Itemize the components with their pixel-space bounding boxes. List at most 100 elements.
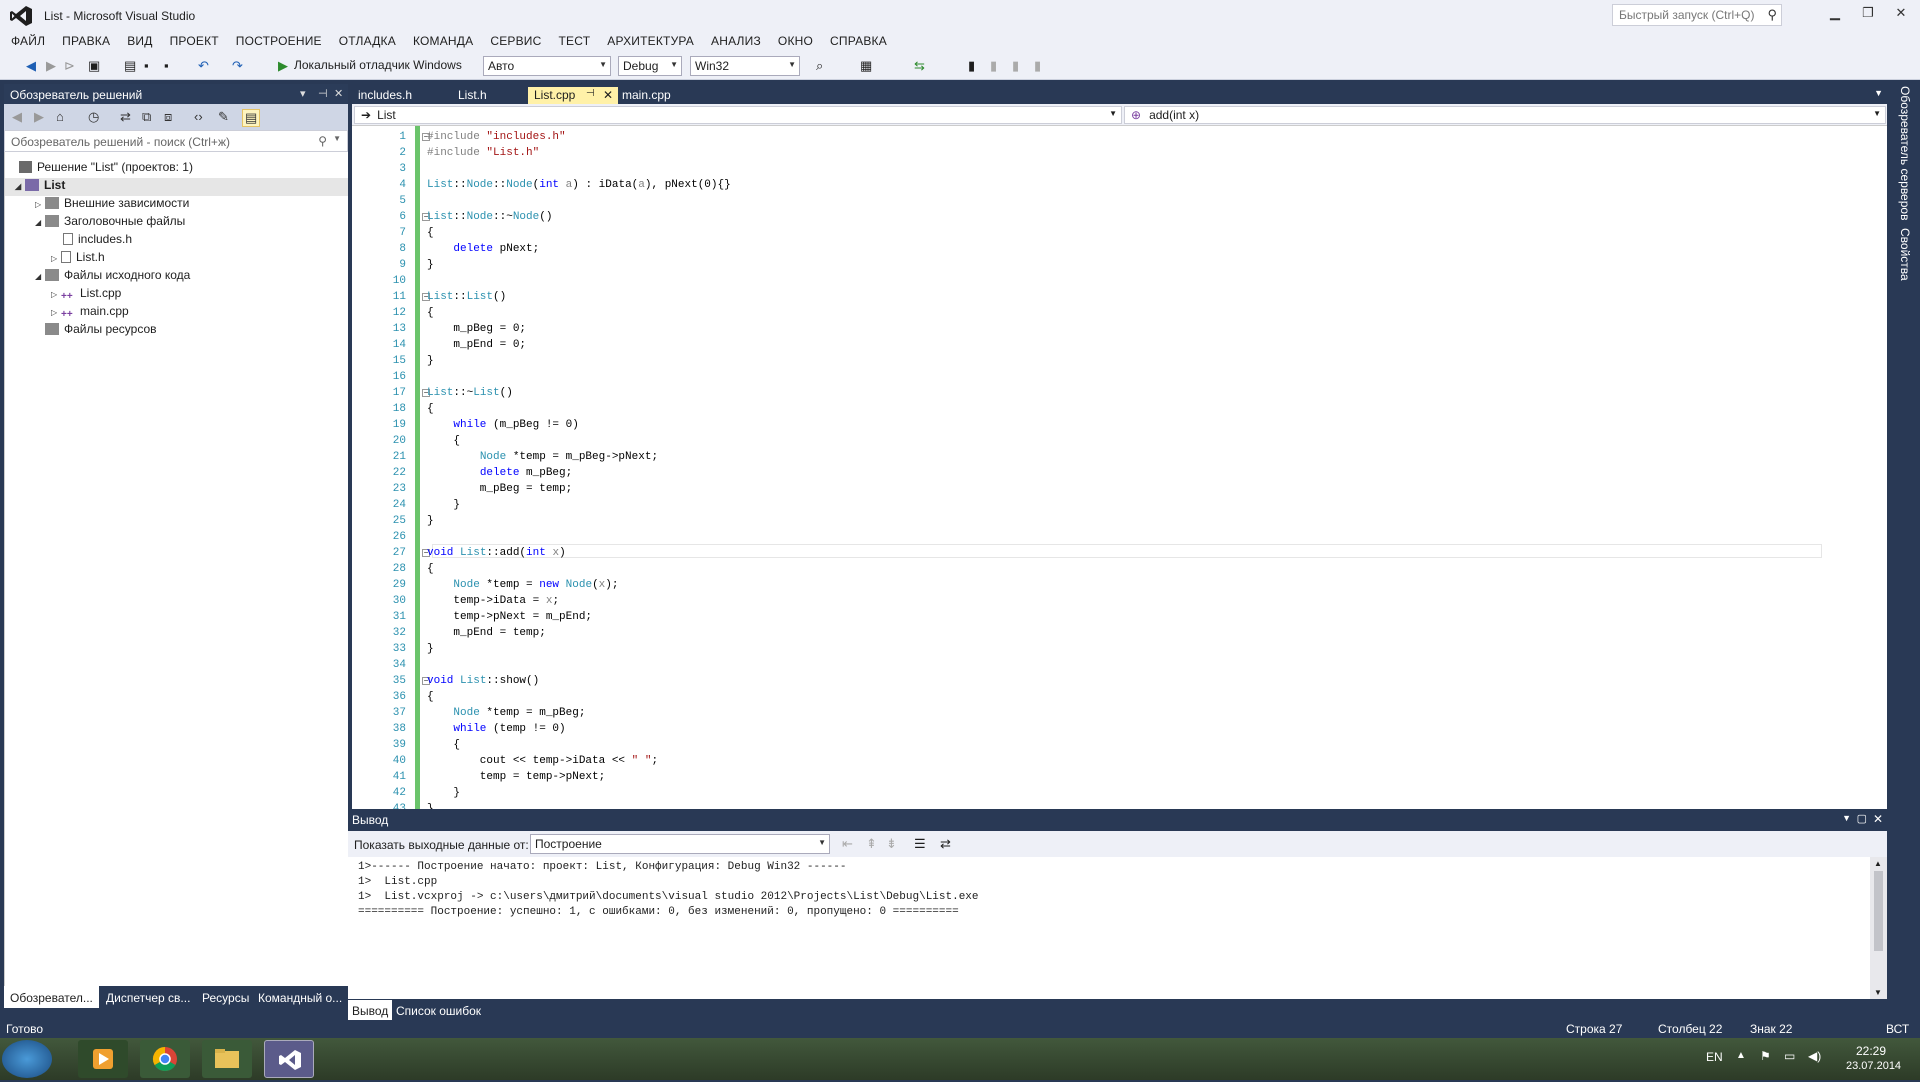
- panel-menu-icon[interactable]: ▾: [300, 87, 306, 100]
- code-line[interactable]: Node *temp = m_pBeg->pNext;: [427, 449, 731, 465]
- tree-item-solution[interactable]: Решение "List" (проектов: 1): [19, 160, 193, 178]
- back-icon[interactable]: ◀: [12, 109, 22, 125]
- code-line[interactable]: void List::show(): [427, 673, 731, 689]
- save-icon[interactable]: ▪: [144, 58, 149, 73]
- visual-studio-task-button[interactable]: [264, 1040, 314, 1078]
- code-line[interactable]: }: [427, 353, 731, 369]
- menu-build[interactable]: ПОСТРОЕНИЕ: [225, 32, 328, 48]
- code-line[interactable]: cout << temp->iData << " ";: [427, 753, 731, 769]
- code-line[interactable]: {: [427, 433, 731, 449]
- clear-bookmarks-icon[interactable]: ▮: [1034, 58, 1041, 74]
- code-line[interactable]: while (m_pBeg != 0): [427, 417, 731, 433]
- platform-combo[interactable]: Win32 ▼: [690, 56, 800, 76]
- tab-list-cpp[interactable]: List.cpp ⊣ ✕: [528, 87, 618, 104]
- volume-icon[interactable]: ◀): [1808, 1049, 1821, 1063]
- clear-all-icon[interactable]: ☰: [914, 836, 926, 852]
- navigate-icon[interactable]: ⇆: [914, 58, 925, 74]
- panel-menu-icon[interactable]: ▼: [1842, 813, 1851, 823]
- menu-team[interactable]: КОМАНДА: [402, 32, 479, 48]
- tree-item-list-cpp[interactable]: ▷ ++ List.cpp: [51, 286, 121, 304]
- code-editor[interactable]: 1 2 3 4 5 6 7 8 9 10 11 12 13 14 15 16 17 18 19 20 21 22 23 24 2…: [352, 126, 1887, 809]
- close-icon[interactable]: ✕: [603, 88, 613, 102]
- code-line[interactable]: [427, 657, 731, 673]
- code-text[interactable]: #include "includes.h" #include "List.h" L…: [427, 129, 731, 809]
- tab-solution-explorer[interactable]: Обозревател...: [4, 986, 99, 1008]
- chrome-button[interactable]: [140, 1040, 190, 1078]
- code-line[interactable]: m_pBeg = temp;: [427, 481, 731, 497]
- home-icon[interactable]: ⌂: [56, 109, 64, 124]
- scroll-down-icon[interactable]: ▼: [1874, 988, 1882, 997]
- minimize-button[interactable]: ▁: [1820, 5, 1850, 25]
- debug-target-button[interactable]: Локальный отладчик Windows: [294, 58, 462, 72]
- tree-item-resource-files[interactable]: Файлы ресурсов: [45, 322, 157, 340]
- code-line[interactable]: #include "includes.h": [427, 129, 731, 145]
- menu-project[interactable]: ПРОЕКТ: [159, 32, 225, 48]
- scroll-up-icon[interactable]: ▲: [1874, 859, 1882, 868]
- menu-help[interactable]: СПРАВКА: [819, 32, 893, 48]
- prev-message-icon[interactable]: ⇞: [866, 836, 877, 852]
- tree-item-header-files[interactable]: ◢ Заголовочные файлы: [35, 214, 185, 232]
- view-code-icon[interactable]: ‹›: [194, 109, 203, 124]
- code-line[interactable]: m_pBeg = 0;: [427, 321, 731, 337]
- clock-date[interactable]: 23.07.2014: [1846, 1060, 1901, 1072]
- find-in-files-icon[interactable]: ⌕: [816, 58, 823, 74]
- pin-icon[interactable]: ⊣: [318, 87, 328, 100]
- explorer-button[interactable]: [202, 1040, 252, 1078]
- network-icon[interactable]: ▭: [1784, 1049, 1795, 1063]
- code-line[interactable]: temp->pNext = m_pEnd;: [427, 609, 731, 625]
- menu-test[interactable]: ТЕСТ: [548, 32, 597, 48]
- code-line[interactable]: while (temp != 0): [427, 721, 731, 737]
- code-line[interactable]: temp = temp->pNext;: [427, 769, 731, 785]
- save-all-icon[interactable]: ▪: [164, 58, 169, 73]
- code-line[interactable]: }: [427, 257, 731, 273]
- menu-tools[interactable]: СЕРВИС: [479, 32, 547, 48]
- code-line[interactable]: [427, 161, 731, 177]
- undo-icon[interactable]: ↶: [198, 58, 209, 74]
- media-player-button[interactable]: [78, 1040, 128, 1078]
- solution-explorer-search[interactable]: Обозреватель решений - поиск (Ctrl+ж) ⚲ …: [4, 130, 348, 152]
- tab-output[interactable]: Вывод: [348, 1000, 393, 1022]
- code-line[interactable]: [427, 193, 731, 209]
- solution-config-auto-combo[interactable]: Авто ▼: [483, 56, 611, 76]
- tab-property-manager[interactable]: Диспетчер св...: [106, 991, 190, 1005]
- clock-time[interactable]: 22:29: [1856, 1044, 1886, 1058]
- pending-changes-icon[interactable]: ◷: [88, 109, 99, 125]
- tab-main-cpp[interactable]: main.cpp: [616, 87, 677, 104]
- tab-list-dropdown-icon[interactable]: ▼: [1874, 88, 1883, 98]
- code-line[interactable]: delete m_pBeg;: [427, 465, 731, 481]
- menu-file[interactable]: ФАЙЛ: [0, 32, 51, 48]
- code-line[interactable]: void List::add(int x): [427, 545, 731, 561]
- code-line[interactable]: }: [427, 801, 731, 809]
- properties-icon[interactable]: ✎: [218, 109, 229, 125]
- start-debug-icon[interactable]: ▶: [278, 58, 288, 74]
- forward-icon[interactable]: ▶: [34, 109, 44, 125]
- tree-item-project[interactable]: ◢ List: [5, 178, 348, 196]
- next-bookmark-icon[interactable]: ▮: [1012, 58, 1019, 74]
- start-button[interactable]: [2, 1040, 52, 1078]
- code-line[interactable]: {: [427, 225, 731, 241]
- code-line[interactable]: List::Node::~Node(): [427, 209, 731, 225]
- tree-item-list-h[interactable]: ▷ List.h: [51, 250, 105, 268]
- tab-properties[interactable]: Свойства: [1898, 228, 1912, 281]
- output-source-combo[interactable]: Построение ▼: [530, 834, 830, 854]
- code-line[interactable]: }: [427, 513, 731, 529]
- menu-view[interactable]: ВИД: [116, 32, 158, 48]
- maximize-button[interactable]: ❐: [1853, 5, 1883, 25]
- member-combo[interactable]: ⊕ add(int x) ▼: [1124, 106, 1886, 124]
- solution-icon[interactable]: ▦: [860, 58, 872, 74]
- code-line[interactable]: Node *temp = m_pBeg;: [427, 705, 731, 721]
- close-button[interactable]: ✕: [1886, 5, 1916, 25]
- tree-item-includes-h[interactable]: includes.h: [63, 232, 132, 250]
- code-line[interactable]: }: [427, 785, 731, 801]
- menu-window[interactable]: ОКНО: [767, 32, 819, 48]
- code-line[interactable]: [427, 529, 731, 545]
- code-line[interactable]: }: [427, 497, 731, 513]
- code-line[interactable]: m_pEnd = temp;: [427, 625, 731, 641]
- tab-server-explorer[interactable]: Обозреватель серверов: [1898, 86, 1912, 220]
- bookmark-icon[interactable]: ▮: [968, 58, 975, 74]
- open-file-icon[interactable]: ▤: [124, 58, 136, 74]
- maximize-icon[interactable]: ▢: [1857, 812, 1867, 825]
- menu-architecture[interactable]: АРХИТЕКТУРА: [596, 32, 700, 48]
- tab-error-list[interactable]: Список ошибок: [396, 1004, 481, 1018]
- close-icon[interactable]: ✕: [334, 87, 343, 100]
